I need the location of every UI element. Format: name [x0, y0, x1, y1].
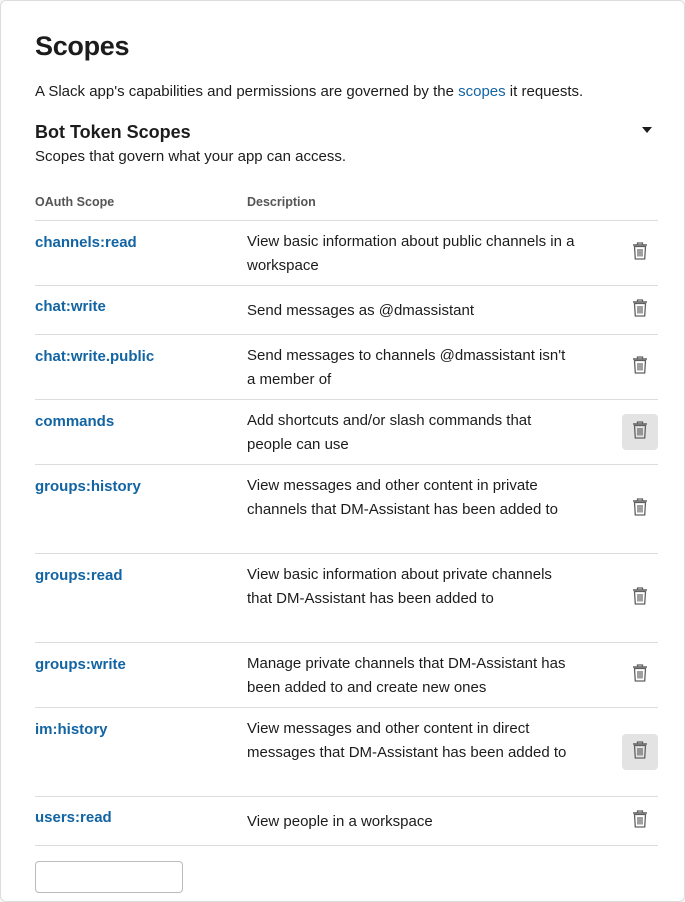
delete-scope-button[interactable] — [622, 292, 658, 328]
caret-down-icon[interactable] — [641, 126, 655, 136]
scopes-table: OAuth Scope Description channels:read Vi… — [35, 187, 658, 846]
trash-icon — [632, 497, 648, 521]
intro-text-after: it requests. — [505, 83, 584, 100]
column-header-scope: OAuth Scope — [35, 195, 115, 209]
table-header: OAuth Scope Description — [35, 187, 658, 221]
delete-scope-button[interactable] — [622, 491, 658, 527]
trash-icon — [632, 355, 648, 379]
scope-description: View basic information about private cha… — [247, 566, 552, 607]
column-header-description: Description — [247, 195, 316, 209]
scope-description: Manage private channels that DM-Assistan… — [247, 655, 566, 696]
table-row: groups:read View basic information about… — [35, 554, 658, 643]
bot-token-scopes-title: Bot Token Scopes — [35, 122, 191, 142]
trash-icon — [632, 420, 648, 444]
table-row: users:read View people in a workspace — [35, 797, 658, 846]
scope-description: View basic information about public chan… — [247, 233, 575, 274]
scope-description: View messages and other content in priva… — [247, 477, 559, 518]
scope-name[interactable]: groups:write — [35, 643, 247, 707]
scopes-card: Scopes A Slack app's capabilities and pe… — [0, 0, 685, 902]
trash-icon — [632, 586, 648, 610]
scopes-intro: A Slack app's capabilities and permissio… — [35, 83, 583, 100]
table-row: chat:write Send messages as @dmassistant — [35, 286, 658, 335]
scopes-link[interactable]: scopes — [458, 83, 506, 100]
scope-name[interactable]: commands — [35, 400, 247, 464]
table-row: channels:read View basic information abo… — [35, 221, 658, 286]
delete-scope-button[interactable] — [622, 235, 658, 271]
scope-name[interactable]: groups:read — [35, 554, 247, 642]
delete-scope-button[interactable] — [622, 657, 658, 693]
trash-icon — [632, 298, 648, 322]
delete-scope-button[interactable] — [622, 734, 658, 770]
trash-icon — [632, 740, 648, 764]
scope-name[interactable]: im:history — [35, 708, 247, 796]
scope-name[interactable]: chat:write.public — [35, 335, 247, 399]
scope-description: Send messages to channels @dmassistant i… — [247, 347, 566, 388]
scope-name[interactable]: chat:write — [35, 286, 247, 334]
scope-name[interactable]: users:read — [35, 797, 247, 845]
trash-icon — [632, 809, 648, 833]
scope-name[interactable]: groups:history — [35, 465, 247, 553]
trash-icon — [632, 241, 648, 265]
delete-scope-button[interactable] — [622, 580, 658, 616]
bot-token-scopes-subtitle: Scopes that govern what your app can acc… — [35, 148, 347, 165]
trash-icon — [632, 663, 648, 687]
intro-text-before: A Slack app's capabilities and permissio… — [35, 83, 459, 100]
scope-description: Add shortcuts and/or slash commands that… — [247, 412, 532, 453]
table-row: chat:write.public Send messages to chann… — [35, 335, 658, 400]
scope-description: View messages and other content in direc… — [247, 720, 567, 761]
table-row: groups:history View messages and other c… — [35, 465, 658, 554]
table-row: im:history View messages and other conte… — [35, 708, 658, 797]
scope-description: View people in a workspace — [247, 813, 433, 830]
scope-name[interactable]: channels:read — [35, 221, 247, 285]
page-title: Scopes — [35, 31, 130, 61]
add-scope-button[interactable] — [35, 861, 183, 893]
delete-scope-button[interactable] — [622, 349, 658, 385]
scope-description: Send messages as @dmassistant — [247, 302, 474, 319]
table-row: groups:write Manage private channels tha… — [35, 643, 658, 708]
delete-scope-button[interactable] — [622, 414, 658, 450]
table-row: commands Add shortcuts and/or slash comm… — [35, 400, 658, 465]
delete-scope-button[interactable] — [622, 803, 658, 839]
